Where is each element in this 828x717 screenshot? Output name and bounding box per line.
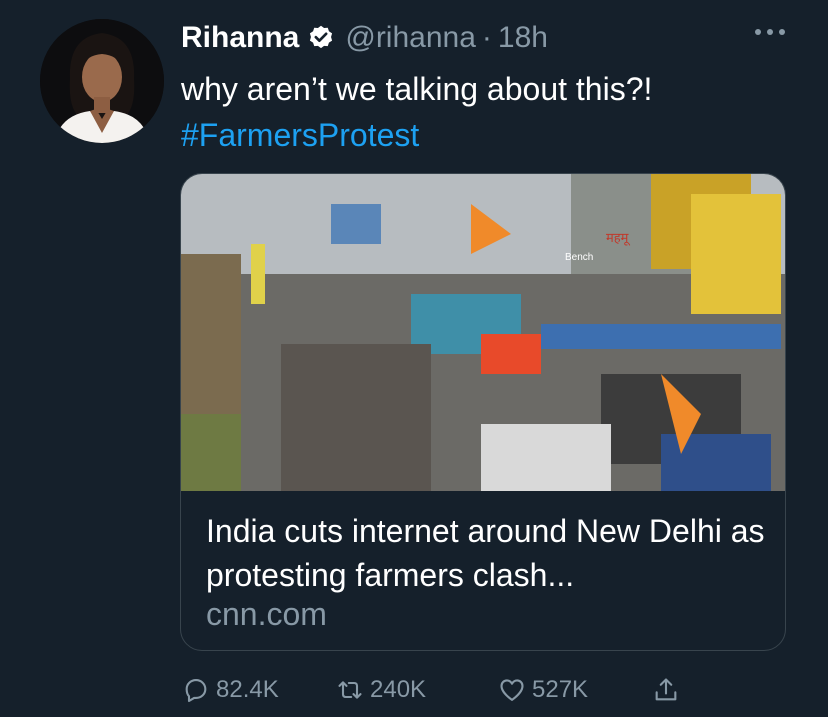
reply-count: 82.4K [216, 676, 279, 703]
tweet-header: Rihanna @rihanna · 18h [181, 16, 548, 60]
verified-badge-icon [310, 25, 333, 49]
card-domain: cnn.com [206, 596, 327, 632]
tweet[interactable]: Rihanna @rihanna · 18h why aren’t we tal… [0, 0, 828, 717]
like-count: 527K [532, 676, 589, 703]
card-image: Bench महमू [181, 174, 785, 491]
retweet-icon [338, 681, 362, 699]
retweet-button[interactable]: 240K [336, 672, 426, 708]
card-title: India cuts internet around New Delhi as … [206, 513, 765, 593]
timestamp[interactable]: 18h [498, 21, 548, 55]
reply-button[interactable]: 82.4K [182, 672, 279, 708]
tweet-actions: 82.4K 240K 527K [180, 672, 700, 708]
author-name[interactable]: Rihanna [181, 21, 299, 55]
hashtag-link[interactable]: #FarmersProtest [181, 112, 652, 158]
more-options-icon[interactable] [752, 22, 788, 42]
retweet-count: 240K [370, 676, 427, 703]
tweet-body: why aren’t we talking about this?! [181, 71, 653, 107]
separator: · [481, 21, 492, 54]
avatar[interactable] [40, 19, 164, 143]
reply-icon [185, 679, 207, 703]
heart-icon [500, 679, 524, 701]
tweet-text: why aren’t we talking about this?! #Farm… [181, 66, 652, 158]
share-button[interactable] [652, 672, 680, 708]
image-sign-1: Bench [565, 252, 593, 263]
share-icon [655, 678, 677, 701]
link-card[interactable]: Bench महमू India cuts internet around Ne… [180, 173, 786, 651]
like-button[interactable]: 527K [498, 672, 588, 708]
author-handle[interactable]: @rihanna [345, 21, 476, 55]
image-sign-2: महमू [606, 230, 630, 246]
